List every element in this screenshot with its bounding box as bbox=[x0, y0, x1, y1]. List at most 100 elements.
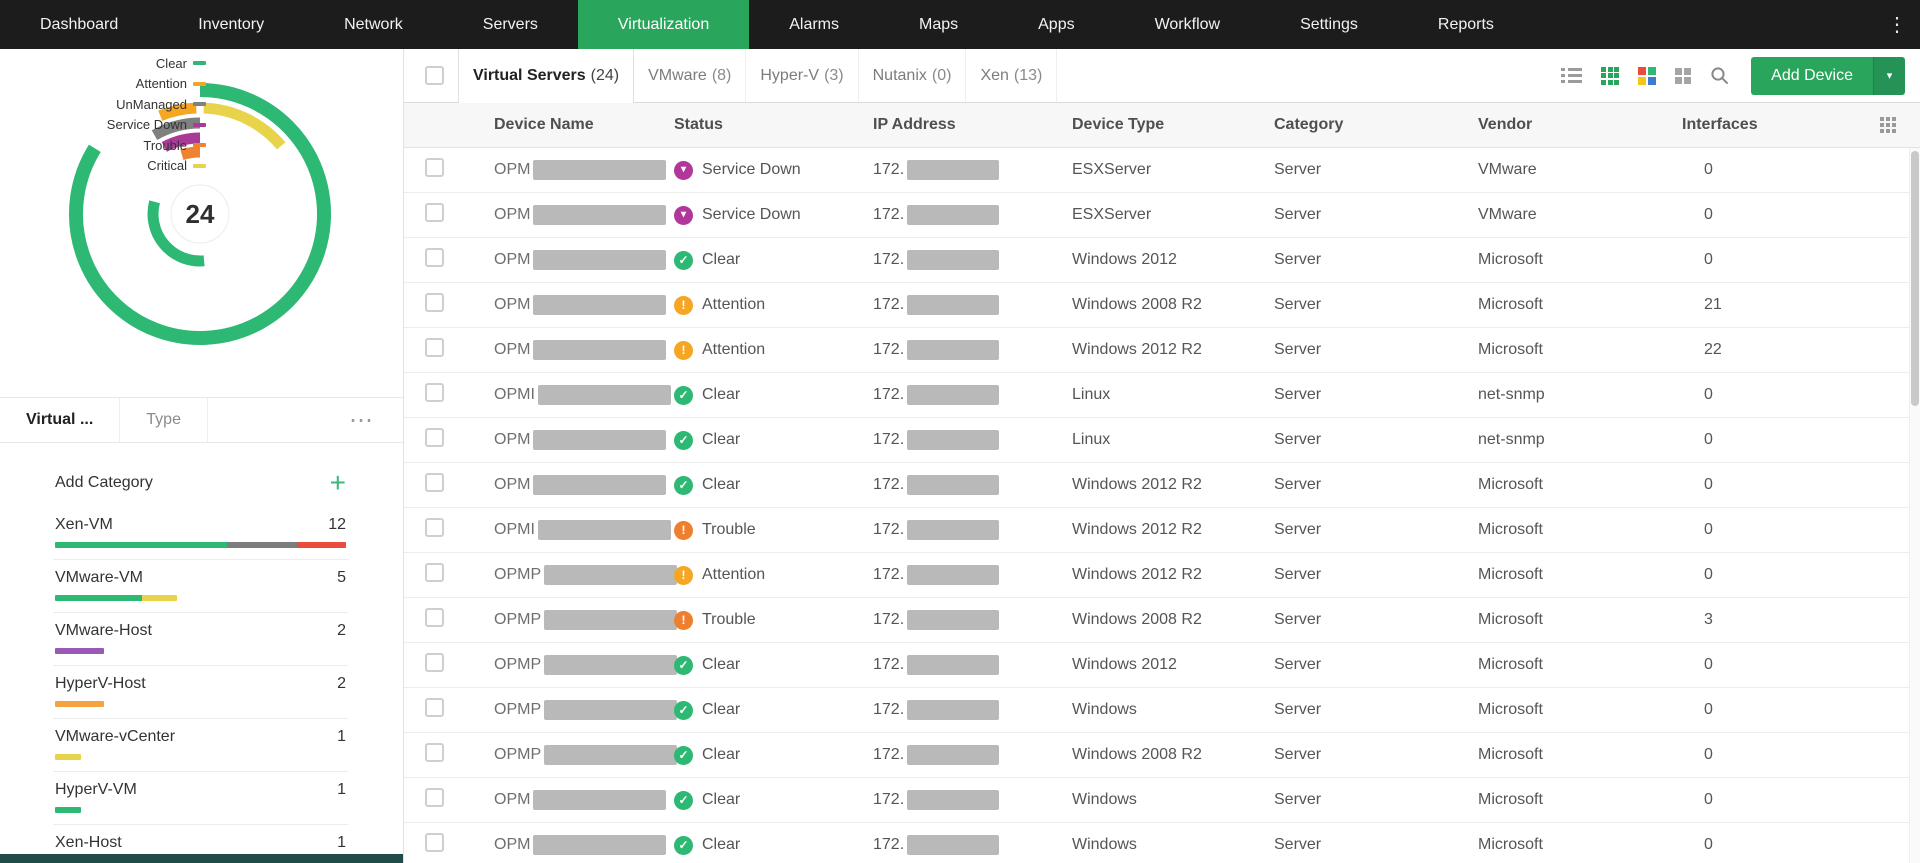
device-name-cell[interactable]: OPM bbox=[478, 475, 674, 495]
tab-xen[interactable]: Xen (13) bbox=[966, 49, 1058, 102]
row-checkbox[interactable] bbox=[425, 788, 444, 807]
table-row[interactable]: OPMP! Trouble 172. Windows 2008 R2 Server Mic… bbox=[404, 598, 1920, 643]
table-row[interactable]: OPMP! Attention 172. Windows 2012 R2 Server M… bbox=[404, 553, 1920, 598]
table-row[interactable]: OPM ▾ Service Down 172. ESXServer Server VMwar… bbox=[404, 148, 1920, 193]
column-header-interfaces[interactable]: Interfaces bbox=[1682, 116, 1832, 134]
tab-virtual-servers[interactable]: Virtual Servers (24) bbox=[458, 49, 635, 103]
nav-item-settings[interactable]: Settings bbox=[1260, 0, 1398, 49]
card-view-icon[interactable] bbox=[1675, 67, 1692, 84]
table-row[interactable]: OPM ✓ Clear 172. Windows Server Microsoft 0 bbox=[404, 778, 1920, 823]
nav-item-maps[interactable]: Maps bbox=[879, 0, 998, 49]
add-category-row[interactable]: Add Category bbox=[53, 467, 348, 507]
nav-item-servers[interactable]: Servers bbox=[443, 0, 578, 49]
device-name-cell[interactable]: OPMI bbox=[478, 520, 674, 540]
column-chooser-icon[interactable] bbox=[1879, 103, 1896, 147]
row-checkbox[interactable] bbox=[425, 518, 444, 537]
category-count: 2 bbox=[337, 622, 346, 639]
legend-label: UnManaged bbox=[116, 96, 187, 112]
device-name-cell[interactable]: OPM bbox=[478, 790, 674, 810]
row-checkbox[interactable] bbox=[425, 833, 444, 852]
table-row[interactable]: OPMI ✓ Clear 172. Linux Server net-snmp 0 bbox=[404, 373, 1920, 418]
column-header-ip-address[interactable]: IP Address bbox=[873, 116, 1072, 134]
row-checkbox[interactable] bbox=[425, 338, 444, 357]
device-name-cell[interactable]: OPMP bbox=[478, 565, 678, 585]
device-name-cell[interactable]: OPM bbox=[478, 835, 674, 855]
legend-tick bbox=[193, 143, 206, 148]
row-checkbox[interactable] bbox=[425, 473, 444, 492]
device-name-cell[interactable]: OPM bbox=[478, 340, 674, 360]
row-checkbox-cell bbox=[404, 833, 478, 857]
status-icon-trouble: ! bbox=[674, 610, 693, 630]
row-checkbox[interactable] bbox=[425, 743, 444, 762]
device-name-cell[interactable]: OPMI bbox=[478, 385, 674, 405]
table-row[interactable]: OPMI! Trouble 172. Windows 2012 R2 Server Mic… bbox=[404, 508, 1920, 553]
nav-item-virtualization[interactable]: Virtualization bbox=[577, 0, 750, 49]
device-name-cell[interactable]: OPMP bbox=[478, 700, 678, 720]
device-name-cell[interactable]: OPMP bbox=[478, 745, 678, 765]
add-device-dropdown-caret[interactable] bbox=[1873, 56, 1905, 95]
device-name-cell[interactable]: OPMP bbox=[478, 655, 678, 675]
row-checkbox[interactable] bbox=[425, 293, 444, 312]
table-row[interactable]: OPMP ✓ Clear 172. Windows 2012 Server Microsof… bbox=[404, 643, 1920, 688]
add-device-button[interactable]: Add Device bbox=[1751, 56, 1873, 95]
category-row-hyperv-vm[interactable]: HyperV-VM 1 bbox=[53, 772, 348, 825]
sidebar-tabs-more-icon[interactable] bbox=[349, 398, 373, 442]
nav-item-workflow[interactable]: Workflow bbox=[1115, 0, 1261, 49]
row-checkbox[interactable] bbox=[425, 428, 444, 447]
device-name-cell[interactable]: OPMP bbox=[478, 610, 678, 630]
heatmap-view-icon[interactable] bbox=[1638, 66, 1657, 85]
table-row[interactable]: OPMP ✓ Clear 172. Windows Server Microsoft 0 bbox=[404, 688, 1920, 733]
table-row[interactable]: OPMP ✓ Clear 172. Windows 2008 R2 Server Micro… bbox=[404, 733, 1920, 778]
table-row[interactable]: OPM ✓ Clear 172. Windows 2012 R2 Server Micros… bbox=[404, 463, 1920, 508]
table-row[interactable]: OPM! Attention 172. Windows 2012 R2 Server Mi… bbox=[404, 328, 1920, 373]
table-view-icon[interactable] bbox=[1601, 66, 1620, 85]
table-row[interactable]: OPM ✓ Clear 172. Linux Server net-snmp 0 bbox=[404, 418, 1920, 463]
vertical-scrollbar[interactable] bbox=[1909, 148, 1920, 863]
search-icon[interactable] bbox=[1710, 66, 1729, 85]
row-checkbox[interactable] bbox=[425, 563, 444, 582]
table-row[interactable]: OPM ✓ Clear 172. Windows Server Microsoft 0 bbox=[404, 823, 1920, 863]
device-name-cell[interactable]: OPM bbox=[478, 430, 674, 450]
column-header-vendor[interactable]: Vendor bbox=[1478, 116, 1682, 134]
table-row[interactable]: OPM! Attention 172. Windows 2008 R2 Server Mi… bbox=[404, 283, 1920, 328]
column-header-category[interactable]: Category bbox=[1274, 116, 1478, 134]
nav-item-inventory[interactable]: Inventory bbox=[158, 0, 304, 49]
row-checkbox[interactable] bbox=[425, 698, 444, 717]
scrollbar-thumb[interactable] bbox=[1911, 151, 1919, 406]
column-header-device-name[interactable]: Device Name bbox=[478, 116, 674, 134]
row-checkbox[interactable] bbox=[425, 203, 444, 222]
table-row[interactable]: OPM ▾ Service Down 172. ESXServer Server VMwar… bbox=[404, 193, 1920, 238]
tab-vmware[interactable]: VMware (8) bbox=[634, 49, 747, 102]
category-row-vmware-vcenter[interactable]: VMware-vCenter 1 bbox=[53, 719, 348, 772]
nav-item-apps[interactable]: Apps bbox=[998, 0, 1114, 49]
device-name-cell[interactable]: OPM bbox=[478, 160, 674, 180]
nav-item-network[interactable]: Network bbox=[304, 0, 443, 49]
nav-item-reports[interactable]: Reports bbox=[1398, 0, 1534, 49]
row-checkbox[interactable] bbox=[425, 653, 444, 672]
table-row[interactable]: OPM ✓ Clear 172. Windows 2012 Server Microsoft… bbox=[404, 238, 1920, 283]
sidebar-tab-virtual[interactable]: Virtual ... bbox=[0, 398, 121, 442]
category-row-vmware-host[interactable]: VMware-Host 2 bbox=[53, 613, 348, 666]
row-checkbox[interactable] bbox=[425, 248, 444, 267]
column-header-status[interactable]: Status bbox=[674, 116, 873, 134]
tab-nutanix[interactable]: Nutanix (0) bbox=[859, 49, 967, 102]
nav-item-alarms[interactable]: Alarms bbox=[749, 0, 879, 49]
device-name-cell[interactable]: OPM bbox=[478, 250, 674, 270]
list-view-icon[interactable] bbox=[1561, 68, 1583, 83]
category-row-xen-vm[interactable]: Xen-VM 12 bbox=[53, 507, 348, 560]
plus-icon[interactable] bbox=[330, 473, 346, 493]
category-row-vmware-vm[interactable]: VMware-VM 5 bbox=[53, 560, 348, 613]
category-row-hyperv-host[interactable]: HyperV-Host 2 bbox=[53, 666, 348, 719]
nav-item-dashboard[interactable]: Dashboard bbox=[0, 0, 158, 49]
device-name-cell[interactable]: OPM bbox=[478, 205, 674, 225]
row-checkbox[interactable] bbox=[425, 383, 444, 402]
sidebar-tab-type[interactable]: Type bbox=[120, 398, 208, 442]
overflow-menu-icon[interactable] bbox=[1874, 0, 1920, 49]
device-name-cell[interactable]: OPM bbox=[478, 295, 674, 315]
row-checkbox[interactable] bbox=[425, 608, 444, 627]
status-icon-clear: ✓ bbox=[674, 790, 693, 810]
column-header-device-type[interactable]: Device Type bbox=[1072, 116, 1274, 134]
tab-hyper-v[interactable]: Hyper-V (3) bbox=[746, 49, 859, 102]
select-all-checkbox[interactable] bbox=[425, 66, 444, 85]
row-checkbox[interactable] bbox=[425, 158, 444, 177]
